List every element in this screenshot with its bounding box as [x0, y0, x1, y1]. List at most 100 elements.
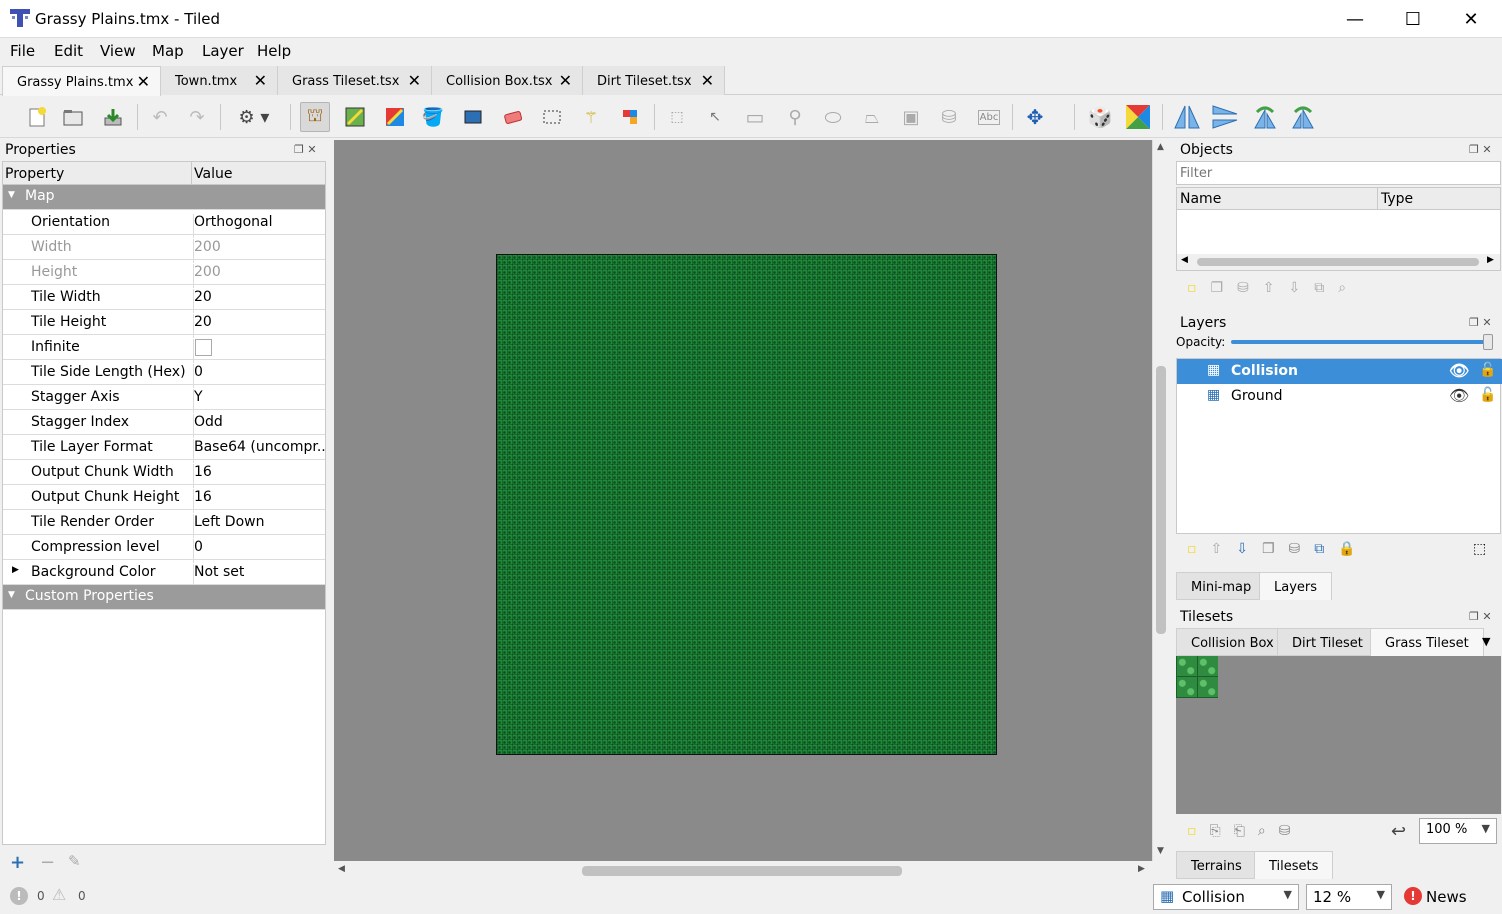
scroll-thumb[interactable]	[1197, 258, 1479, 266]
remove-tileset-icon[interactable]: ⛁	[1279, 823, 1304, 839]
flip-vertical-button[interactable]	[1210, 102, 1240, 132]
insert-text-tool[interactable]: Abc	[974, 102, 1004, 132]
property-row[interactable]: Tile Width 20	[3, 285, 325, 313]
eye-icon[interactable]: 👁	[1449, 386, 1469, 405]
tileset-view[interactable]	[1176, 656, 1501, 814]
property-row[interactable]: Stagger Axis Y	[3, 385, 325, 413]
property-row[interactable]: Height 200	[3, 260, 325, 288]
collapse-arrow-icon[interactable]: ▼	[8, 190, 15, 200]
objects-filter-input[interactable]	[1176, 161, 1501, 185]
raise-layer-icon[interactable]: ⇧	[1211, 541, 1237, 557]
property-row[interactable]: Compression level 0	[3, 535, 325, 563]
lock-layer-icon[interactable]: 🔒	[1338, 541, 1369, 557]
menu-view[interactable]: View	[100, 42, 136, 60]
rotate-left-button[interactable]	[1250, 102, 1280, 132]
remove-property-button[interactable]: −	[40, 852, 55, 873]
dock-buttons[interactable]: ❐ ✕	[294, 143, 317, 156]
tab-tilesets[interactable]: Tilesets	[1254, 851, 1334, 879]
scroll-up-icon[interactable]: ▲	[1157, 142, 1164, 152]
tileset-menu-chevron-icon[interactable]: ▼	[1482, 635, 1490, 648]
edit-polygons-tool[interactable]: ↖	[700, 102, 730, 132]
edit-tileset-icon[interactable]: ⌕	[1258, 823, 1279, 839]
error-icon[interactable]: !	[10, 887, 28, 905]
scroll-right-icon[interactable]: ▶	[1487, 255, 1494, 265]
new-layer-icon[interactable]: ▫	[1187, 541, 1211, 557]
tab-dirt-tileset[interactable]: Dirt Tileset.tsx ✕	[583, 66, 725, 95]
select-same-tile-tool[interactable]	[615, 102, 645, 132]
tab-dirt-tileset[interactable]: Dirt Tileset	[1277, 628, 1378, 656]
property-row[interactable]: Tile Height 20	[3, 310, 325, 338]
show-other-layers-icon[interactable]: ⧉	[1314, 541, 1338, 557]
warning-icon[interactable]: ⚠	[52, 885, 66, 904]
scroll-thumb[interactable]	[582, 866, 902, 876]
duplicate-layer-icon[interactable]: ❐	[1262, 541, 1289, 557]
property-row[interactable]: Tile Side Length (Hex) 0	[3, 360, 325, 388]
scroll-left-icon[interactable]: ◀	[338, 864, 345, 874]
tab-grassy-plains[interactable]: Grassy Plains.tmx ✕	[2, 66, 161, 96]
redo-button[interactable]: ↷	[182, 102, 212, 132]
layer-row-collision[interactable]: ▦ Collision 👁 🔓	[1177, 359, 1502, 384]
tab-grass-tileset[interactable]: Grass Tileset.tsx ✕	[278, 66, 432, 95]
tab-terrains[interactable]: Terrains	[1176, 851, 1257, 879]
export-tileset-icon[interactable]: ⎗	[1234, 823, 1258, 839]
unlock-icon[interactable]: 🔓	[1479, 362, 1496, 378]
close-tab-icon[interactable]: ✕	[701, 71, 714, 90]
property-row[interactable]: Output Chunk Height 16	[3, 485, 325, 513]
dock-buttons[interactable]: ❐ ✕	[1469, 143, 1492, 156]
object-properties-icon[interactable]: ⌕	[1338, 280, 1360, 296]
close-tab-icon[interactable]: ✕	[137, 72, 150, 91]
expand-arrow-icon[interactable]: ▶	[12, 565, 19, 575]
unlock-icon[interactable]: 🔓	[1479, 387, 1496, 403]
open-file-button[interactable]	[58, 102, 88, 132]
remove-object-icon[interactable]: ⛁	[1237, 280, 1263, 296]
property-row[interactable]: Infinite	[3, 335, 325, 363]
flip-horizontal-button[interactable]	[1172, 102, 1202, 132]
select-objects-tool[interactable]: ⬚	[662, 102, 692, 132]
close-window-button[interactable]: ✕	[1442, 0, 1500, 38]
dock-buttons[interactable]: ❐ ✕	[1469, 316, 1492, 329]
tab-town[interactable]: Town.tmx ✕	[161, 66, 278, 95]
tab-layers[interactable]: Layers	[1259, 572, 1333, 600]
menu-help[interactable]: Help	[257, 42, 291, 60]
current-layer-select[interactable]: ▦ Collision ▼	[1153, 884, 1299, 910]
tab-mini-map[interactable]: Mini-map	[1176, 572, 1267, 600]
grass-tiles[interactable]	[1176, 656, 1218, 698]
zoom-select[interactable]: 12 % ▼	[1306, 884, 1392, 910]
menu-file[interactable]: File	[10, 42, 35, 60]
add-property-button[interactable]: +	[10, 852, 25, 873]
property-row[interactable]: Stagger Index Odd	[3, 410, 325, 438]
news-alert-icon[interactable]: !	[1404, 887, 1422, 905]
insert-template-tool[interactable]: ⛁	[934, 102, 964, 132]
close-tab-icon[interactable]: ✕	[408, 71, 421, 90]
minimize-button[interactable]: —	[1326, 0, 1384, 38]
tab-grass-tileset[interactable]: Grass Tileset	[1370, 628, 1484, 656]
collapse-arrow-icon[interactable]: ▼	[8, 590, 15, 600]
group-map[interactable]: ▼ Map	[3, 185, 325, 210]
lower-layer-icon[interactable]: ⇩	[1236, 541, 1262, 557]
news-button[interactable]: News	[1426, 888, 1467, 906]
maximize-button[interactable]: ☐	[1384, 0, 1442, 38]
move-up-icon[interactable]: ⇧	[1263, 280, 1289, 296]
horizontal-scrollbar[interactable]: ◀ ▶	[334, 862, 1152, 879]
save-button[interactable]	[98, 102, 128, 132]
group-custom-properties[interactable]: ▼ Custom Properties	[3, 585, 325, 610]
menu-layer[interactable]: Layer	[202, 42, 244, 60]
insert-ellipse-tool[interactable]: ⬭	[818, 102, 848, 132]
duplicate-object-icon[interactable]: ❐	[1211, 280, 1238, 296]
vertical-scrollbar[interactable]: ▲ ▼	[1152, 140, 1169, 861]
random-mode-button[interactable]: 🎲	[1085, 102, 1115, 132]
commands-button[interactable]: ⚙ ▾	[230, 102, 278, 132]
menu-map[interactable]: Map	[152, 42, 184, 60]
new-tileset-icon[interactable]: ▫	[1187, 823, 1210, 839]
layer-row-ground[interactable]: ▦ Ground 👁 🔓	[1177, 384, 1502, 409]
eraser-tool[interactable]	[498, 102, 528, 132]
tab-collision-box-tileset[interactable]: Collision Box	[1176, 628, 1289, 656]
infinite-checkbox[interactable]	[195, 339, 212, 356]
terrain-brush-tool[interactable]	[340, 102, 370, 132]
close-tab-icon[interactable]: ✕	[559, 71, 572, 90]
layers-list[interactable]: ▦ Collision 👁 🔓 ▦ Ground 👁 🔓	[1176, 358, 1502, 534]
tab-collision-box[interactable]: Collision Box.tsx ✕	[432, 66, 583, 95]
embed-tileset-icon[interactable]: ⎘	[1210, 823, 1234, 839]
tileset-zoom-select[interactable]: 100 % ▼	[1419, 818, 1497, 844]
close-tab-icon[interactable]: ✕	[254, 71, 267, 90]
